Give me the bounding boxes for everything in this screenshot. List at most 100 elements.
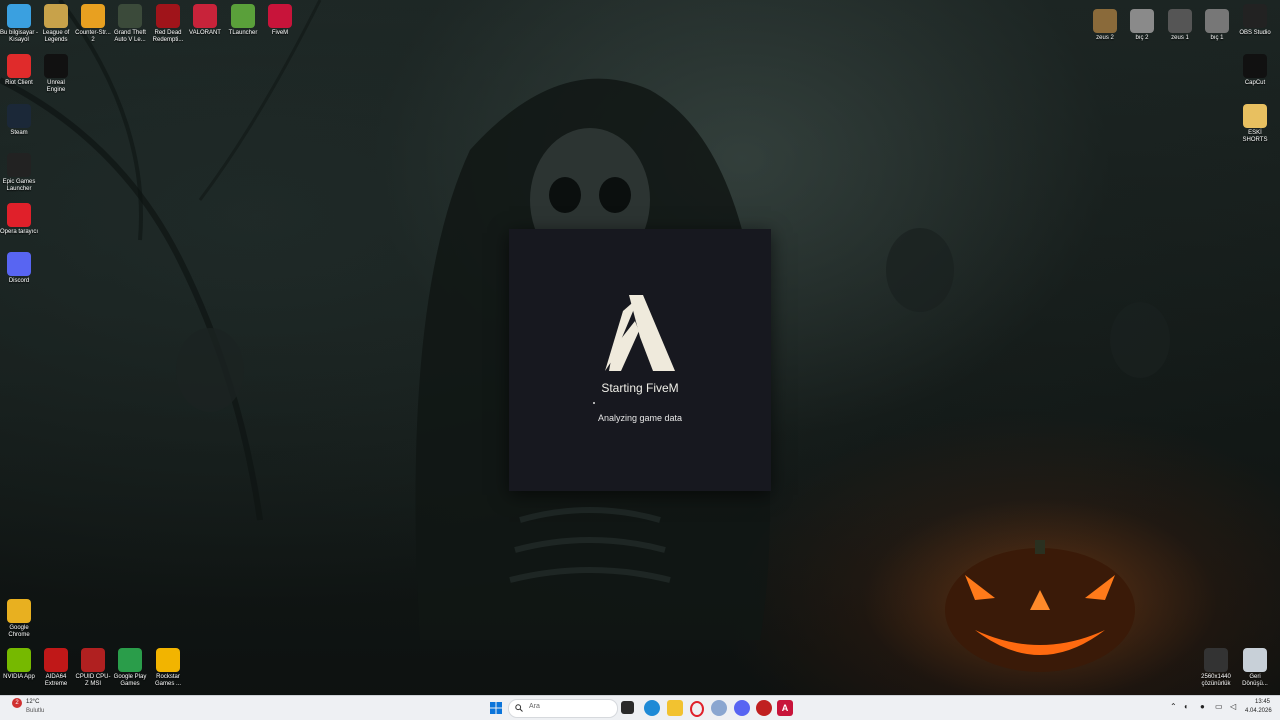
fivem-taskbar-icon[interactable]: A (777, 700, 793, 716)
capcut-icon (1243, 54, 1267, 78)
tray-expand-icon[interactable]: ⌃ (1170, 702, 1177, 711)
left-icon-3[interactable]: Grand Theft Auto V Le... (111, 4, 149, 44)
steam-icon (7, 104, 31, 128)
desktop-icon-label: Grand Theft Auto V Le... (114, 30, 146, 43)
task-view-icon[interactable] (621, 701, 634, 714)
left-icon-6[interactable]: TLauncher (224, 4, 262, 37)
app-taskbar-icon[interactable] (756, 700, 772, 716)
clock-time[interactable]: 13:45 (1255, 699, 1270, 705)
right-icon-1[interactable]: bıç 2 (1123, 9, 1161, 42)
desktop-icon-label: bıç 2 (1135, 35, 1149, 41)
desktop-icon-label: Google Play Games (113, 674, 147, 687)
unreal-engine-icon (44, 54, 68, 78)
recycle-bin-icon (1243, 648, 1267, 672)
fivem-logo-icon (605, 295, 675, 371)
nvidia-icon (7, 648, 31, 672)
epic-games-icon (7, 153, 31, 177)
opera-icon (7, 203, 31, 227)
windows-logo-icon (490, 702, 502, 714)
progress-dot (593, 402, 595, 404)
left-icon-0[interactable]: Bu bilgisayar - Kısayol (0, 4, 38, 44)
video-thumb-icon (1168, 9, 1192, 33)
left-icon-13[interactable]: Discord (0, 252, 38, 285)
desktop-icon-label: League of Legends (42, 30, 70, 43)
left-icon-2[interactable]: Counter-Str... 2 (74, 4, 112, 44)
right-icon-3[interactable]: bıç 1 (1198, 9, 1236, 42)
video-thumb-icon (1130, 9, 1154, 33)
left-icon-8[interactable]: Riot Client (0, 54, 38, 87)
left-icon-18[interactable]: Google Play Games (111, 648, 149, 688)
obs-icon (1243, 4, 1267, 28)
desktop-icon-label: zeus 2 (1096, 35, 1114, 41)
network-icon[interactable]: ▭ (1215, 702, 1223, 711)
desktop-icon-label: FiveM (271, 30, 289, 36)
aida64-icon (44, 648, 68, 672)
desktop-icon-label: Rockstar Games ... (154, 674, 181, 687)
edge-icon[interactable] (644, 700, 660, 716)
left-icon-4[interactable]: Red Dead Redempti... (149, 4, 187, 44)
desktop-icon-label: Steam (10, 130, 28, 136)
discord-taskbar-icon[interactable] (734, 700, 750, 716)
desktop-icon-label: CapCut (1244, 80, 1266, 86)
opera-taskbar-icon[interactable] (690, 701, 704, 717)
right-icon-6[interactable]: ESKİ SHORTS (1236, 104, 1274, 144)
clock-date[interactable]: 4.04.2026 (1245, 708, 1272, 714)
google-play-games-icon (118, 648, 142, 672)
desktop-icon-label: bıç 1 (1210, 35, 1224, 41)
desktop-icon-label: Geri Dönüşü... (1242, 674, 1268, 687)
computer-icon (7, 4, 31, 28)
left-icon-9[interactable]: Unreal Engine (37, 54, 75, 94)
left-icon-16[interactable]: AIDA64 Extreme (37, 648, 75, 688)
weather-temp[interactable]: 12°C (26, 699, 39, 705)
fivem-loading-window: Starting FiveM Analyzing game data (509, 229, 771, 491)
desktop-icon-label: VALORANT (189, 30, 221, 36)
desktop-icon-label: NVIDIA App (3, 674, 35, 680)
weather-text[interactable]: Bulutlu (26, 708, 44, 714)
desktop-icon-label: AIDA64 Extreme (44, 674, 68, 687)
left-icon-7[interactable]: FiveM (261, 4, 299, 37)
desktop-icon-label: CPUID CPU-Z MSI (75, 674, 111, 687)
video-thumb-icon (1205, 9, 1229, 33)
left-icon-11[interactable]: Epic Games Launcher (0, 153, 38, 193)
left-icon-5[interactable]: VALORANT (186, 4, 224, 37)
file-explorer-icon[interactable] (667, 700, 683, 716)
settings-icon[interactable] (711, 700, 727, 716)
desktop-icon-label: zeus 1 (1171, 35, 1189, 41)
volume-icon[interactable]: ◁ (1230, 702, 1236, 711)
video-thumb-icon (1093, 9, 1117, 33)
weather-icon[interactable]: 2 (12, 698, 22, 708)
desktop-icon-label: Counter-Str... 2 (75, 30, 111, 43)
loading-title: Starting FiveM (601, 381, 679, 395)
right-icon-4[interactable]: OBS Studio (1236, 4, 1274, 37)
right-icon-2[interactable]: zeus 1 (1161, 9, 1199, 42)
left-icon-10[interactable]: Steam (0, 104, 38, 137)
microphone-icon[interactable]: ● (1200, 702, 1205, 711)
discord-icon (7, 252, 31, 276)
right-icon-5[interactable]: CapCut (1236, 54, 1274, 87)
left-icon-12[interactable]: Opera tarayıcı (0, 203, 38, 236)
rockstar-icon (156, 648, 180, 672)
desktop-icon-label: Google Chrome (8, 625, 30, 638)
desktop-icon-label: OBS Studio (1239, 30, 1271, 36)
left-icon-14[interactable]: Google Chrome (0, 599, 38, 639)
left-icon-1[interactable]: League of Legends (37, 4, 75, 44)
desktop-icon-label: Unreal Engine (46, 80, 66, 93)
desktop-icon-label: Bu bilgisayar - Kısayol (0, 30, 39, 43)
right-icon-0[interactable]: zeus 2 (1086, 9, 1124, 42)
counter-strike-icon (81, 4, 105, 28)
shortcut-icon (1204, 648, 1228, 672)
cpuz-icon (81, 648, 105, 672)
desktop-icon-label: TLauncher (228, 30, 258, 36)
desktop-icon-label: Opera tarayıcı (0, 229, 39, 235)
start-button[interactable] (488, 700, 504, 716)
left-icon-17[interactable]: CPUID CPU-Z MSI (74, 648, 112, 688)
tray-icon-1[interactable]: ◐ (1184, 702, 1189, 711)
taskbar-search[interactable]: Ara (508, 699, 618, 718)
desktop-icon-label: 2560x1440 çözünürlük (1201, 674, 1231, 687)
left-icon-19[interactable]: Rockstar Games ... (149, 648, 187, 688)
desktop-icon-label: Epic Games Launcher (2, 179, 36, 192)
right-icon-8[interactable]: Geri Dönüşü... (1236, 648, 1274, 688)
league-of-legends-icon (44, 4, 68, 28)
right-icon-7[interactable]: 2560x1440 çözünürlük (1197, 648, 1235, 688)
left-icon-15[interactable]: NVIDIA App (0, 648, 38, 681)
